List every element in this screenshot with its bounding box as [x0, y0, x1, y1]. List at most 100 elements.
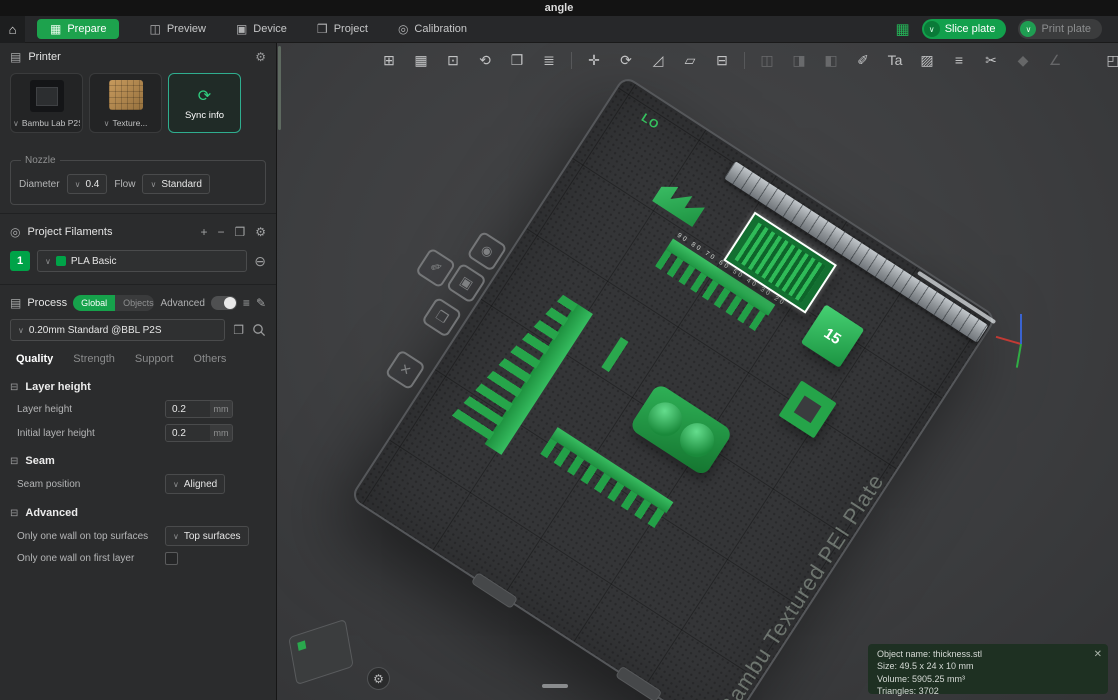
tab-preview[interactable]: ◫ Preview: [149, 22, 205, 36]
color-paint-icon[interactable]: ▨: [915, 48, 939, 72]
model-staircase-test[interactable]: [448, 279, 593, 455]
navbar-actions: ▦ ∨ Slice plate ∨ Print plate: [896, 19, 1118, 39]
viewport-settings-button[interactable]: ⚙: [367, 667, 390, 690]
cube-15-label: 15: [820, 324, 845, 348]
sync-info-button[interactable]: ⟳ Sync info: [168, 73, 241, 133]
initial-layer-input[interactable]: 0.2 mm: [165, 424, 233, 442]
auto-orient-icon[interactable]: ⟲: [473, 48, 497, 72]
process-section-header: ▤ Process Global Objects Advanced ≡ ✎: [0, 289, 276, 317]
model-sphere-box[interactable]: [628, 382, 734, 477]
cut-tool-icon[interactable]: ✂: [979, 48, 1003, 72]
printer-settings-gear-icon[interactable]: ⚙: [255, 50, 266, 64]
param-edit-icon[interactable]: ✎: [256, 296, 266, 310]
tab-device[interactable]: ▣ Device: [236, 22, 287, 36]
plate-lock-icon[interactable]: ◉: [466, 230, 508, 272]
split-objects-icon[interactable]: ❐: [505, 48, 529, 72]
add-object-icon[interactable]: ⊞: [377, 48, 401, 72]
printer-card[interactable]: ∨ Bambu Lab P2S: [10, 73, 83, 133]
advanced-section[interactable]: ⊟ Advanced: [0, 497, 276, 523]
tab-quality[interactable]: Quality: [16, 353, 53, 365]
model-hollow-cube[interactable]: [778, 380, 837, 439]
tab-calibration-label: Calibration: [414, 23, 468, 35]
axis-y-green: [1015, 343, 1022, 368]
print-options-caret-icon[interactable]: ∨: [1020, 21, 1037, 37]
wall-first-checkbox[interactable]: [165, 552, 178, 565]
seam-caret-icon: ∨: [173, 479, 179, 489]
remove-slot-icon[interactable]: ⊖: [254, 253, 266, 270]
process-tabs: Quality Strength Support Others: [0, 345, 276, 371]
plate-type-card[interactable]: ∨ Texture...: [89, 73, 162, 133]
scope-objects[interactable]: Objects: [115, 295, 155, 311]
assembly-view-icon[interactable]: ◰: [1101, 48, 1118, 72]
param-list-icon[interactable]: ≡: [243, 296, 250, 310]
tab-others[interactable]: Others: [193, 353, 226, 365]
prepare-icon: ▦: [50, 22, 62, 36]
nozzle-diameter-select[interactable]: ∨ 0.4: [66, 174, 108, 194]
plate-duplicate-icon[interactable]: ❐: [421, 296, 463, 338]
print-plate-button[interactable]: ∨ Print plate: [1018, 19, 1102, 39]
seam-position-select[interactable]: ∨ Aligned: [165, 474, 226, 494]
plate-texture-image: [108, 80, 143, 110]
layer-height-value[interactable]: 0.2: [166, 401, 210, 417]
model-thin-wall[interactable]: [601, 336, 629, 373]
seam-paint-icon: ◆: [1017, 51, 1029, 68]
slice-options-caret-icon[interactable]: ∨: [923, 21, 940, 37]
printer-icon: ▤: [10, 50, 22, 64]
slice-plate-button[interactable]: ∨ Slice plate: [921, 19, 1007, 39]
initial-layer-value[interactable]: 0.2: [166, 425, 210, 441]
flow-select[interactable]: ∨ Standard: [142, 174, 210, 194]
viewport-slider-handle[interactable]: [542, 684, 568, 688]
home-button[interactable]: ⌂: [0, 15, 25, 43]
slicing-table-icon[interactable]: ▦: [896, 20, 910, 38]
add-plate-icon[interactable]: ▦: [409, 48, 433, 72]
filament-icon: ◎: [10, 225, 21, 239]
layer-height-section[interactable]: ⊟ Layer height: [0, 371, 276, 397]
diameter-value: 0.4: [85, 178, 100, 190]
tab-project[interactable]: ❒ Project: [317, 22, 368, 36]
edit-filaments-icon[interactable]: ❐: [234, 225, 245, 239]
tab-support[interactable]: Support: [135, 353, 174, 365]
move-icon[interactable]: ✛: [582, 48, 606, 72]
support-paint-icon[interactable]: ✐: [851, 48, 875, 72]
viewport-scrollbar[interactable]: [278, 46, 281, 130]
scope-toggle[interactable]: Global Objects: [73, 295, 155, 311]
rotate-icon[interactable]: ⟳: [614, 48, 638, 72]
filament-slot-1[interactable]: 1: [10, 251, 30, 271]
build-plate[interactable]: LO 90 80 70 60 50 40 30 20 15 Bambu Text…: [349, 74, 998, 700]
tab-calibration[interactable]: ◎ Calibration: [398, 22, 467, 36]
seam-section[interactable]: ⊟ Seam: [0, 445, 276, 471]
printer-image: [29, 80, 64, 112]
merge-icon: ◫: [760, 51, 774, 68]
save-preset-icon[interactable]: ❐: [233, 323, 244, 337]
tab-prepare[interactable]: ▦ Prepare: [37, 19, 120, 39]
plate-delete-icon[interactable]: ✕: [384, 349, 426, 391]
scope-global[interactable]: Global: [73, 295, 116, 311]
advanced-toggle[interactable]: [210, 296, 237, 310]
text-tool-icon[interactable]: Ta: [883, 48, 907, 72]
add-filament-icon[interactable]: +: [200, 225, 207, 239]
remove-filament-icon[interactable]: −: [217, 225, 224, 239]
plate-thumbnail[interactable]: [288, 618, 354, 686]
layer-height-input[interactable]: 0.2 mm: [165, 400, 233, 418]
tab-strength[interactable]: Strength: [73, 353, 115, 365]
process-preset-select[interactable]: ∨ 0.20mm Standard @BBL P2S: [10, 319, 226, 341]
search-preset-icon[interactable]: [252, 323, 266, 337]
wall-top-select[interactable]: ∨ Top surfaces: [165, 526, 249, 546]
model-cube-15[interactable]: 15: [800, 304, 865, 368]
info-close-icon[interactable]: ✕: [1094, 648, 1102, 662]
home-icon: ⌂: [8, 21, 17, 37]
filament-settings-gear-icon[interactable]: ⚙: [255, 225, 266, 239]
variable-layer-height-icon[interactable]: ≡: [947, 48, 971, 72]
object-info-box: ✕ Object name: thickness.stl Size: 49.5 …: [868, 644, 1108, 696]
viewport-3d[interactable]: ⊞ ▦ ⊡ ⟲ ❐ ≣ ✛ ⟳ ◿ ▱ ⊟ ◫ ◨ ◧ ✐ Ta ▨ ≡ ✂ ◆ ∠ ◰ LO 90 80 70 60 5…: [277, 43, 1118, 700]
plate-grip-tab: [470, 571, 519, 610]
filament-select[interactable]: ∨ PLA Basic: [37, 250, 248, 272]
divider: [0, 284, 276, 285]
collapse-icon: ⊟: [10, 455, 19, 467]
model-small-test[interactable]: [652, 179, 706, 227]
flatten-icon[interactable]: ▱: [678, 48, 702, 72]
lay-on-face-icon[interactable]: ⊟: [710, 48, 734, 72]
scale-icon[interactable]: ◿: [646, 48, 670, 72]
auto-arrange-icon[interactable]: ⊡: [441, 48, 465, 72]
split-parts-icon[interactable]: ≣: [537, 48, 561, 72]
